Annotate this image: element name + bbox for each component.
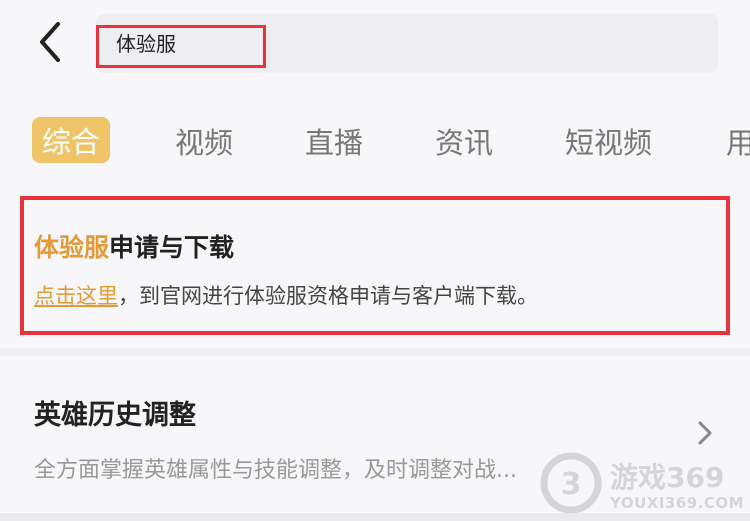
tab-comprehensive[interactable]: 综合 [32,117,111,163]
watermark-brand: 游戏369 [610,461,725,494]
tab-news[interactable]: 资讯 [435,120,493,162]
tab-short-video[interactable]: 短视频 [565,120,652,162]
tab-video[interactable]: 视频 [175,120,233,162]
bottom-divider [0,513,750,521]
list-item-desc: 全方面掌握英雄属性与技能调整，及时调整对战... [34,458,517,483]
chevron-left-icon [40,22,60,62]
watermark-domain: YOUXI369.COM [610,494,745,512]
query-highlight-box [96,25,266,68]
list-item-title[interactable]: 英雄历史调整 [34,393,196,432]
category-tabs: 综合 视频 直播 资讯 短视频 用 [0,110,750,170]
back-button[interactable] [30,20,74,64]
result-card-highlight-box [20,196,730,335]
watermark: 3 游戏369 YOUXI369.COM [540,452,744,516]
tab-more[interactable]: 用 [726,120,750,162]
watermark-logo-icon: 3 [540,452,602,514]
section-divider [0,348,750,356]
svg-text:3: 3 [561,467,582,502]
chevron-right-icon[interactable] [694,420,716,446]
tab-live[interactable]: 直播 [305,120,363,162]
